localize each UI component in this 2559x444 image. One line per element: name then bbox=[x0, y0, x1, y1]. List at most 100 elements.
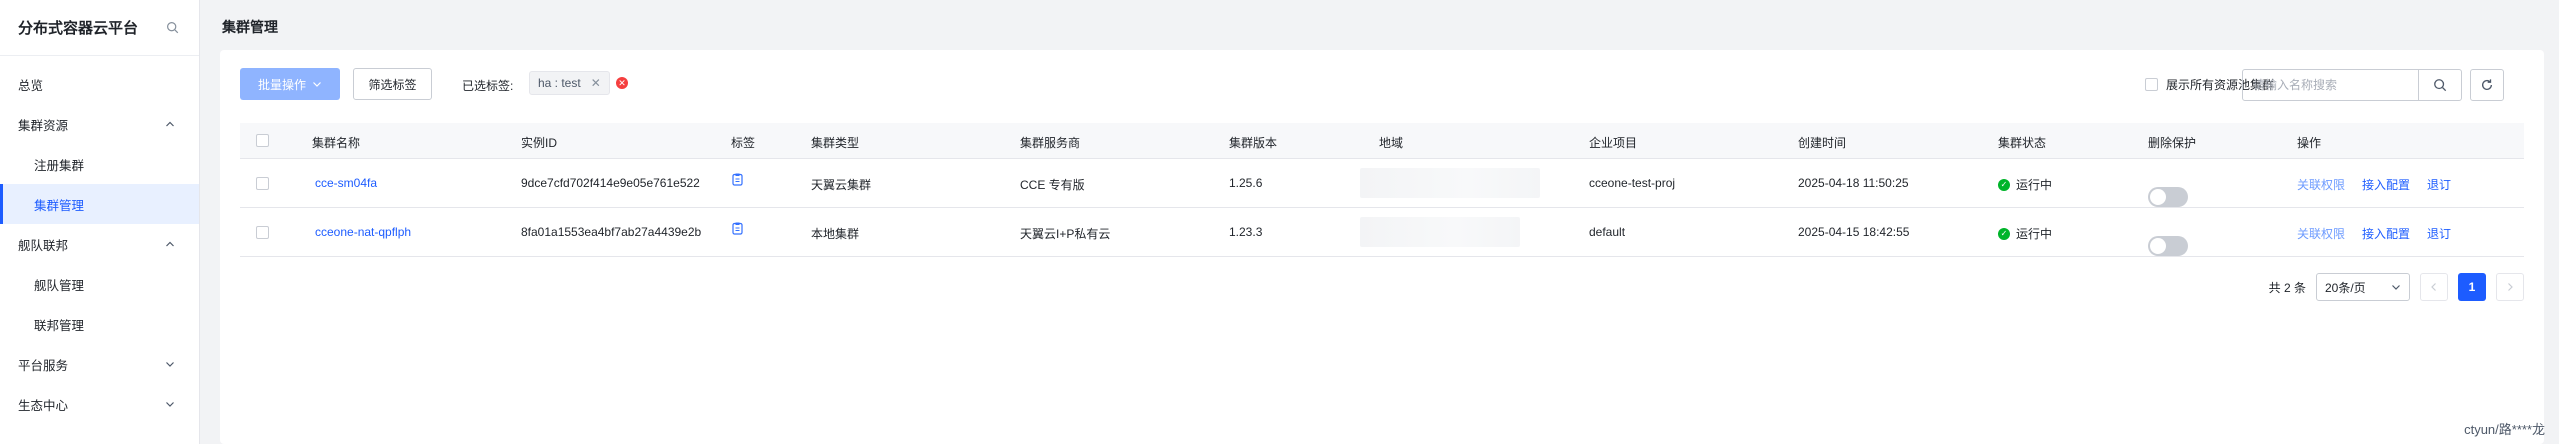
app-title: 分布式容器云平台 bbox=[18, 20, 139, 37]
row-checkbox[interactable] bbox=[256, 226, 269, 239]
page-size-select[interactable]: 20条/页 bbox=[2316, 273, 2410, 301]
total-count: 共 2 条 bbox=[2268, 280, 2306, 295]
unsubscribe-link[interactable]: 退订 bbox=[2427, 176, 2451, 193]
table-header: 集群名称 实例ID 标签 集群类型 集群服务商 集群版本 地域 企业项目 创建时… bbox=[240, 123, 2524, 159]
status-badge: ✓ 运行中 bbox=[1998, 225, 2052, 242]
enterprise-project: default bbox=[1589, 225, 1626, 239]
sidebar-item-fleet-federation[interactable]: 舰队联邦 bbox=[0, 224, 199, 264]
access-config-link[interactable]: 接入配置 bbox=[2362, 225, 2410, 242]
search-icon bbox=[2434, 79, 2447, 92]
selected-tag: ha : test ✕ bbox=[529, 71, 610, 95]
sidebar-item-label: 注册集群 bbox=[34, 158, 85, 173]
search-input[interactable] bbox=[2243, 70, 2418, 100]
chevron-down-icon bbox=[166, 362, 174, 367]
clear-tags-icon[interactable]: ✕ bbox=[616, 77, 628, 89]
chevron-right-icon bbox=[2508, 283, 2513, 291]
cluster-table: 集群名称 实例ID 标签 集群类型 集群服务商 集群版本 地域 企业项目 创建时… bbox=[240, 123, 2524, 257]
sidebar-item-ecosystem[interactable]: 生态中心 bbox=[0, 384, 199, 424]
instance-id: 8fa01a1553ea4bf7ab27a4439e2b bbox=[521, 225, 702, 239]
row-actions: 关联权限 接入配置 退订 bbox=[2297, 225, 2451, 242]
sidebar: 分布式容器云平台 总览 集群资源 注册集群 集群管理 舰队联邦 舰队管理 联邦管… bbox=[0, 0, 200, 444]
cluster-version: 1.23.3 bbox=[1229, 225, 1263, 239]
toolbar: 批量操作 筛选标签 已选标签: ha : test ✕ ✕ 展示所有资源池集群 bbox=[240, 68, 2524, 102]
sidebar-item-label: 联邦管理 bbox=[34, 318, 85, 333]
sidebar-item-label: 生态中心 bbox=[18, 398, 69, 413]
associate-permission-link[interactable]: 关联权限 bbox=[2297, 176, 2345, 193]
tag-icon[interactable] bbox=[732, 173, 743, 189]
next-page-button[interactable] bbox=[2496, 273, 2524, 301]
selected-tag-text: ha : test bbox=[538, 76, 581, 90]
select-all-checkbox[interactable] bbox=[256, 134, 269, 147]
sidebar-item-label: 舰队管理 bbox=[34, 278, 85, 293]
delete-protection-toggle[interactable] bbox=[2148, 187, 2188, 207]
status-badge: ✓ 运行中 bbox=[1998, 176, 2052, 193]
search-box bbox=[2242, 69, 2462, 101]
column-header: 集群类型 bbox=[811, 136, 860, 150]
created-time: 2025-04-15 18:42:55 bbox=[1798, 225, 1910, 239]
sidebar-item-federation-management[interactable]: 联邦管理 bbox=[0, 304, 199, 344]
chevron-up-icon bbox=[166, 241, 174, 247]
cluster-type: 天翼云集群 bbox=[811, 178, 872, 192]
column-header: 标签 bbox=[731, 136, 756, 150]
created-time: 2025-04-18 11:50:25 bbox=[1798, 176, 1909, 190]
region-redacted bbox=[1360, 168, 1540, 198]
checkbox-icon[interactable] bbox=[2144, 78, 2158, 91]
batch-operation-label: 批量操作 bbox=[257, 77, 306, 92]
cluster-type: 本地集群 bbox=[811, 227, 860, 241]
sidebar-item-platform-services[interactable]: 平台服务 bbox=[0, 344, 199, 384]
delete-protection-toggle[interactable] bbox=[2148, 236, 2188, 256]
column-header: 集群状态 bbox=[1998, 136, 2047, 150]
sidebar-nav: 总览 集群资源 注册集群 集群管理 舰队联邦 舰队管理 联邦管理 平台服务 生态… bbox=[0, 64, 199, 424]
access-config-link[interactable]: 接入配置 bbox=[2362, 176, 2410, 193]
refresh-icon bbox=[2481, 79, 2493, 90]
check-circle-icon: ✓ bbox=[1998, 227, 2010, 240]
column-header: 操作 bbox=[2297, 136, 2322, 150]
cluster-name-link[interactable]: cce-sm04fa bbox=[315, 176, 377, 190]
status-text: 运行中 bbox=[2016, 227, 2053, 241]
chevron-left-icon bbox=[2431, 283, 2436, 291]
search-button[interactable] bbox=[2418, 70, 2461, 100]
column-header: 删除保护 bbox=[2148, 136, 2197, 150]
filter-tags-button[interactable]: 筛选标签 bbox=[353, 68, 432, 100]
associate-permission-link[interactable]: 关联权限 bbox=[2297, 225, 2345, 242]
chevron-down-icon bbox=[166, 402, 174, 407]
check-circle-icon: ✓ bbox=[1998, 178, 2010, 191]
chevron-up-icon bbox=[166, 121, 174, 127]
close-icon[interactable]: ✕ bbox=[591, 76, 601, 90]
cluster-provider: 天翼云I+P私有云 bbox=[1020, 227, 1111, 241]
row-checkbox[interactable] bbox=[256, 177, 269, 190]
page-title: 集群管理 bbox=[222, 19, 278, 35]
status-text: 运行中 bbox=[2016, 178, 2053, 192]
sidebar-item-cluster-resources[interactable]: 集群资源 bbox=[0, 104, 199, 144]
page-number-current[interactable]: 1 bbox=[2458, 273, 2486, 301]
enterprise-project: cceone-test-proj bbox=[1589, 176, 1676, 190]
column-header: 集群版本 bbox=[1229, 136, 1278, 150]
user-account: ctyun/路****龙 bbox=[2464, 422, 2545, 437]
region-redacted bbox=[1360, 217, 1520, 247]
column-header: 创建时间 bbox=[1798, 136, 1847, 150]
sidebar-brand: 分布式容器云平台 bbox=[0, 0, 199, 56]
sidebar-item-label: 总览 bbox=[18, 78, 44, 93]
main-card: 批量操作 筛选标签 已选标签: ha : test ✕ ✕ 展示所有资源池集群 … bbox=[220, 50, 2544, 444]
tag-icon[interactable] bbox=[732, 222, 743, 238]
cluster-provider: CCE 专有版 bbox=[1020, 178, 1085, 192]
sidebar-item-overview[interactable]: 总览 bbox=[0, 64, 199, 104]
column-header: 集群服务商 bbox=[1020, 136, 1081, 150]
search-icon[interactable] bbox=[163, 19, 181, 37]
column-header: 地域 bbox=[1379, 136, 1404, 150]
page-size-value: 20条/页 bbox=[2325, 280, 2366, 295]
column-header: 实例ID bbox=[521, 136, 558, 150]
sidebar-item-fleet-management[interactable]: 舰队管理 bbox=[0, 264, 199, 304]
refresh-button[interactable] bbox=[2470, 69, 2504, 101]
chevron-down-icon bbox=[313, 82, 321, 87]
cluster-version: 1.25.6 bbox=[1229, 176, 1263, 190]
column-header: 企业项目 bbox=[1589, 136, 1638, 150]
sidebar-item-label: 集群资源 bbox=[18, 118, 69, 133]
sidebar-item-cluster-management[interactable]: 集群管理 bbox=[0, 184, 199, 224]
unsubscribe-link[interactable]: 退订 bbox=[2427, 225, 2451, 242]
cluster-name-link[interactable]: cceone-nat-qpflph bbox=[315, 225, 411, 239]
sidebar-item-label: 舰队联邦 bbox=[18, 238, 69, 253]
sidebar-item-register-cluster[interactable]: 注册集群 bbox=[0, 144, 199, 184]
prev-page-button[interactable] bbox=[2420, 273, 2448, 301]
batch-operation-button[interactable]: 批量操作 bbox=[240, 68, 340, 100]
